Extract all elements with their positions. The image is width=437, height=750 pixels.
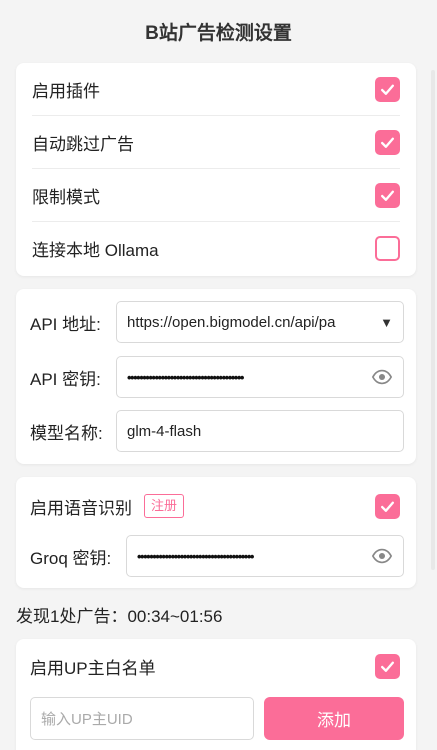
api-address-value: https://open.bigmodel.cn/api/pa — [127, 313, 336, 331]
groq-key-row: Groq 密钥: •••••••••••••••••••••••••••••••… — [30, 535, 404, 577]
groq-key-label: Groq 密钥: — [30, 548, 112, 568]
enable-plugin-checkbox[interactable] — [375, 76, 400, 102]
toggles-card: 启用插件 自动跳过广告 限制模式 连接本地 Ollama — [16, 63, 416, 276]
check-icon — [381, 137, 394, 148]
eye-icon[interactable] — [371, 545, 393, 567]
api-key-label: API 密钥: — [30, 369, 101, 389]
ad-found-status: 发现1处广告：00:34~01:56 — [16, 607, 223, 626]
toggle-label: 启用插件 — [32, 81, 100, 101]
speech-checkbox[interactable] — [375, 493, 400, 519]
uid-input[interactable]: 输入UP主UID — [30, 697, 254, 740]
toggle-row-auto-skip[interactable]: 自动跳过广告 — [32, 116, 400, 169]
toggle-row-restrict-mode[interactable]: 限制模式 — [32, 169, 400, 222]
whitelist-checkbox[interactable] — [375, 653, 400, 679]
whitelist-card: 启用UP主白名单 输入UP主UID 添加 — [16, 639, 416, 750]
toggle-label: 连接本地 Ollama — [32, 241, 159, 260]
model-name-input[interactable]: glm-4-flash — [116, 410, 404, 452]
api-key-input[interactable]: •••••••••••••••••••••••••••••••••••••• — [116, 356, 404, 398]
model-name-value: glm-4-flash — [127, 422, 202, 440]
check-icon — [381, 501, 394, 512]
scrollbar[interactable] — [431, 70, 435, 570]
page-title: B站广告检测设置 — [145, 23, 292, 44]
add-uid-button[interactable]: 添加 — [264, 697, 404, 740]
restrict-mode-checkbox[interactable] — [375, 182, 400, 208]
speech-card: 启用语音识别 注册 Groq 密钥: •••••••••••••••••••••… — [16, 477, 416, 588]
register-link[interactable]: 注册 — [144, 494, 185, 518]
ollama-checkbox[interactable] — [375, 236, 400, 261]
eye-icon[interactable] — [371, 366, 393, 388]
toggle-label: 自动跳过广告 — [32, 134, 134, 154]
groq-key-value: •••••••••••••••••••••••••••••••••••••• — [137, 548, 254, 564]
check-icon — [381, 84, 394, 95]
toggle-label: 限制模式 — [32, 187, 100, 207]
api-address-row: API 地址: https://open.bigmodel.cn/api/pa … — [30, 301, 404, 343]
model-name-label: 模型名称: — [30, 423, 103, 443]
api-key-value: •••••••••••••••••••••••••••••••••••••• — [127, 369, 244, 385]
groq-key-input[interactable]: •••••••••••••••••••••••••••••••••••••• — [126, 535, 404, 577]
whitelist-toggle-row[interactable]: 启用UP主白名单 — [30, 645, 404, 687]
check-icon — [381, 190, 394, 201]
toggle-row-enable-plugin[interactable]: 启用插件 — [32, 63, 400, 116]
chevron-down-icon: ▼ — [380, 314, 393, 330]
model-name-row: 模型名称: glm-4-flash — [30, 410, 404, 452]
api-card: API 地址: https://open.bigmodel.cn/api/pa … — [16, 289, 416, 464]
speech-label-wrap: 启用语音识别 注册 — [30, 494, 185, 519]
speech-toggle-row[interactable]: 启用语音识别 注册 — [30, 485, 404, 527]
check-icon — [381, 661, 394, 672]
whitelist-label: 启用UP主白名单 — [30, 658, 156, 678]
speech-label: 启用语音识别 — [30, 498, 132, 518]
api-address-label: API 地址: — [30, 314, 101, 334]
auto-skip-checkbox[interactable] — [375, 129, 400, 155]
api-key-row: API 密钥: ••••••••••••••••••••••••••••••••… — [30, 356, 404, 398]
api-address-select[interactable]: https://open.bigmodel.cn/api/pa ▼ — [116, 301, 404, 343]
toggle-row-ollama[interactable]: 连接本地 Ollama — [32, 222, 400, 275]
